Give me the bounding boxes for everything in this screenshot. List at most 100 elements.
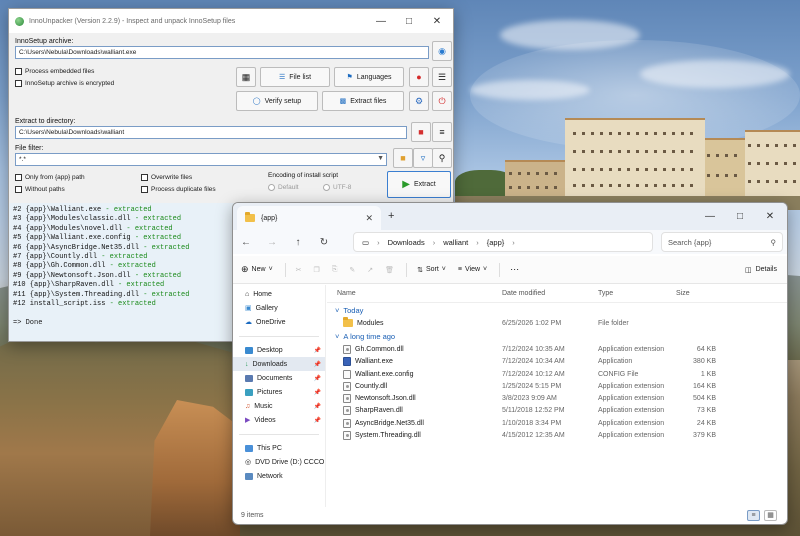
close-tab-icon[interactable]: ✕ bbox=[365, 213, 373, 224]
filter-search-button[interactable]: ⚲ bbox=[432, 148, 452, 168]
address-bar[interactable]: ▭ › Downloads › walliant › {app} › bbox=[353, 232, 653, 252]
menu-button[interactable]: ☰ bbox=[432, 67, 452, 87]
nav-item-desktop[interactable]: Desktop 📌 bbox=[233, 343, 325, 357]
process-duplicates-checkbox[interactable]: Process duplicate files bbox=[141, 186, 216, 193]
more-button[interactable]: ⋯ bbox=[510, 264, 519, 275]
navigation-bar: ← → ↑ ↻ ▭ › Downloads › walliant › {app}… bbox=[233, 230, 787, 254]
nav-item-gallery[interactable]: ▣ Gallery bbox=[233, 301, 325, 315]
default-radio[interactable]: Default bbox=[268, 184, 299, 191]
file-icon bbox=[343, 369, 351, 379]
dll-icon bbox=[343, 406, 351, 416]
nav-item-this-pc[interactable]: This PC bbox=[233, 441, 325, 455]
file-row[interactable]: System.Threading.dll 4/15/2012 12:35 AM Ap… bbox=[327, 429, 787, 441]
overwrite-checkbox[interactable]: Overwrite files bbox=[141, 174, 192, 181]
file-list-button[interactable]: ☰ File list bbox=[260, 67, 330, 87]
extract-dir-input[interactable]: C:\Users\Nebula\Downloads\walliant bbox=[15, 126, 407, 139]
minimize-button[interactable]: — bbox=[367, 10, 395, 32]
log-status: - extracted bbox=[113, 281, 165, 290]
funnel-icon: ▿ bbox=[420, 152, 426, 163]
paste-button[interactable]: ⎘ bbox=[332, 266, 338, 274]
nav-item-videos[interactable]: ▶ Videos 📌 bbox=[233, 413, 325, 427]
minimize-button[interactable]: — bbox=[695, 205, 725, 227]
details-view-button[interactable]: ≡ bbox=[747, 509, 760, 521]
extract-files-button[interactable]: ▩ Extract files bbox=[322, 91, 404, 111]
cloud bbox=[640, 60, 790, 88]
column-name[interactable]: Name bbox=[327, 290, 502, 297]
up-button[interactable]: ↑ bbox=[285, 237, 311, 248]
details-button[interactable]: ◫ Details bbox=[745, 266, 777, 274]
log-status: - extracted bbox=[105, 300, 156, 309]
close-button[interactable]: ✕ bbox=[755, 205, 785, 227]
group-header-long-ago[interactable]: ˅ A long time ago bbox=[327, 329, 787, 343]
view-script-button[interactable]: ▦ bbox=[236, 67, 256, 87]
file-row[interactable]: Walliant.exe.config 7/12/2024 10:12 AM CON… bbox=[327, 368, 787, 380]
browse-archive-button[interactable]: ◉ bbox=[432, 41, 452, 61]
file-filter-select[interactable]: *.* ▼ bbox=[15, 153, 387, 166]
file-row[interactable]: Countly.dll 1/25/2024 5:15 PM Application … bbox=[327, 380, 787, 392]
nav-item-pictures[interactable]: Pictures 📌 bbox=[233, 385, 325, 399]
file-row[interactable]: Newtonsoft.Json.dll 3/8/2023 9:09 AM Appli… bbox=[327, 392, 787, 404]
rename-button[interactable]: ✎ bbox=[349, 266, 355, 274]
file-row[interactable]: Gh.Common.dll 7/12/2024 10:35 AM Applicati… bbox=[327, 343, 787, 355]
utf8-radio[interactable]: UTF-8 bbox=[323, 184, 351, 191]
file-type: Application extension bbox=[598, 432, 665, 440]
verify-setup-button[interactable]: ◯ Verify setup bbox=[236, 91, 318, 111]
cut-button[interactable]: ✂ bbox=[296, 266, 302, 274]
encrypted-checkbox[interactable]: InnoSetup archive is encrypted bbox=[15, 80, 114, 87]
nav-item-downloads[interactable]: ↓ Downloads 📌 bbox=[233, 357, 325, 371]
column-size[interactable]: Size bbox=[676, 290, 716, 297]
nav-item-home[interactable]: ⌂ Home bbox=[233, 287, 325, 301]
archive-input[interactable]: C:\Users\Nebula\Downloads\walliant.exe bbox=[15, 46, 429, 59]
settings-button[interactable]: ⚙ bbox=[409, 91, 429, 111]
maximize-button[interactable]: □ bbox=[725, 205, 755, 227]
file-size: 24 KB bbox=[696, 419, 716, 427]
dir-options-button[interactable]: ≡ bbox=[432, 122, 452, 142]
breadcrumb-item[interactable]: walliant bbox=[443, 238, 468, 247]
sort-button[interactable]: ⇅ Sort ˅ bbox=[417, 266, 446, 274]
nav-item-documents[interactable]: Documents 📌 bbox=[233, 371, 325, 385]
nav-item-network[interactable]: Network bbox=[233, 469, 325, 483]
extract-button[interactable]: ▶ Extract bbox=[387, 171, 451, 198]
close-button[interactable]: ✕ bbox=[423, 10, 451, 32]
file-row[interactable]: AsyncBridge.Net35.dll 1/10/2018 3:34 PM Ap… bbox=[327, 417, 787, 429]
column-date-modified[interactable]: Date modified bbox=[502, 290, 598, 297]
breadcrumb-item[interactable]: {app} bbox=[487, 238, 505, 247]
refresh-button[interactable]: ↻ bbox=[311, 237, 337, 248]
forward-button[interactable]: → bbox=[259, 237, 285, 248]
view-icon: ≡ bbox=[457, 266, 462, 273]
nav-item-music[interactable]: ♫ Music 📌 bbox=[233, 399, 325, 413]
share-button[interactable]: ↗ bbox=[367, 266, 373, 274]
delete-button[interactable]: 🗑 bbox=[385, 266, 394, 274]
filter-button[interactable]: ▿ bbox=[413, 148, 433, 168]
tab-app[interactable]: {app} ✕ bbox=[237, 206, 381, 230]
app-icon bbox=[15, 16, 24, 26]
file-row[interactable]: SharpRaven.dll 5/11/2018 12:52 PM Applicat… bbox=[327, 405, 787, 417]
search-input[interactable]: Search {app} ⚲ bbox=[661, 232, 783, 252]
process-embedded-checkbox[interactable]: Process embedded files bbox=[15, 68, 94, 75]
maximize-button[interactable]: □ bbox=[395, 10, 423, 32]
only-from-app-checkbox[interactable]: Only from {app} path bbox=[15, 174, 85, 181]
share-icon: ↗ bbox=[367, 266, 374, 274]
new-button[interactable]: ⊕ New ˅ bbox=[241, 264, 273, 275]
back-button[interactable]: ← bbox=[233, 237, 259, 248]
nav-item-dvd[interactable]: ◎ DVD Drive (D:) CCCO bbox=[233, 455, 325, 469]
file-row[interactable]: Walliant.exe 7/12/2024 10:34 AM Applicatio… bbox=[327, 356, 787, 368]
copy-button[interactable]: ❐ bbox=[314, 266, 320, 274]
new-tab-button[interactable]: + bbox=[388, 210, 394, 222]
filter-folder-button[interactable]: ■ bbox=[393, 148, 413, 168]
tiles-view-button[interactable]: ▦ bbox=[764, 509, 777, 521]
view-button[interactable]: ≡ View ˅ bbox=[458, 266, 487, 273]
breadcrumb-item[interactable]: Downloads bbox=[388, 238, 425, 247]
languages-button[interactable]: ⚑ Languages bbox=[334, 67, 404, 87]
file-row[interactable]: Modules 6/25/2026 1:02 PM File folder bbox=[327, 317, 787, 329]
without-paths-checkbox[interactable]: Without paths bbox=[15, 186, 65, 193]
nav-label: Gallery bbox=[255, 304, 278, 312]
exit-button[interactable]: ⏻ bbox=[432, 91, 452, 111]
plus-icon: ⊕ bbox=[241, 264, 249, 274]
browse-dir-button[interactable]: ■ bbox=[411, 122, 431, 142]
help-button[interactable]: ● bbox=[409, 67, 429, 87]
command-bar: ⊕ New ˅ ✂ ❐ ⎘ ✎ ↗ 🗑 ⇅ Sort ˅ ≡ View ˅ ⋯ ◫ Detai… bbox=[233, 256, 787, 284]
nav-item-onedrive[interactable]: ☁ OneDrive bbox=[233, 315, 325, 329]
column-type[interactable]: Type bbox=[598, 290, 676, 297]
group-header-today[interactable]: ˅ Today bbox=[327, 303, 787, 317]
